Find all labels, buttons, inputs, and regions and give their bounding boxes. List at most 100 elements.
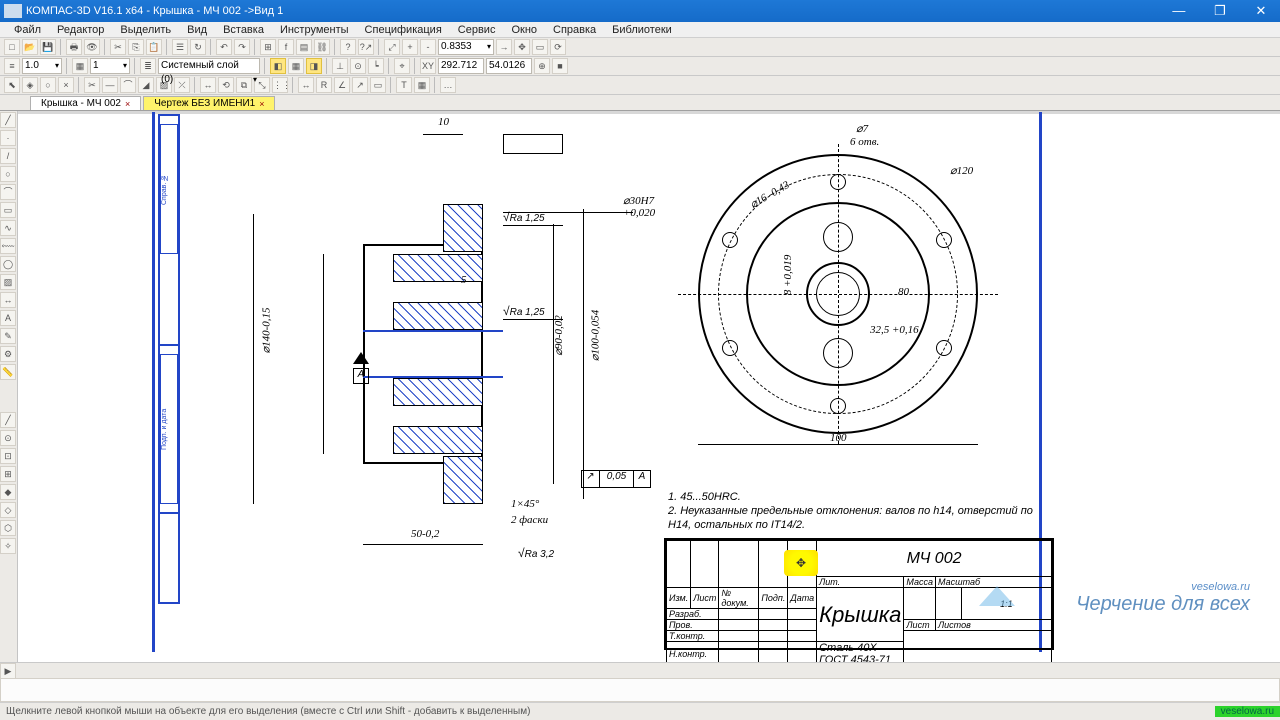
- polyline-button[interactable]: ⬳: [0, 238, 16, 254]
- seg-g[interactable]: ⬡: [0, 520, 16, 536]
- rebuild-button[interactable]: ↻: [190, 39, 206, 55]
- redo-button[interactable]: ↷: [234, 39, 250, 55]
- lib-button[interactable]: ⊞: [260, 39, 276, 55]
- seg-e[interactable]: ◆: [0, 484, 16, 500]
- line-button[interactable]: /: [0, 148, 16, 164]
- undo-button[interactable]: ↶: [216, 39, 232, 55]
- doc-tab-0-close[interactable]: ×: [125, 99, 130, 109]
- highlight-a-button[interactable]: ◧: [270, 58, 286, 74]
- seg-f[interactable]: ◇: [0, 502, 16, 518]
- menu-libs[interactable]: Библиотеки: [604, 24, 680, 36]
- seg-h[interactable]: ✧: [0, 538, 16, 554]
- dim-rad-button[interactable]: R: [316, 77, 332, 93]
- open-button[interactable]: 📂: [22, 39, 38, 55]
- close-button[interactable]: ✕: [1242, 0, 1280, 22]
- highlight-b-button[interactable]: ◨: [306, 58, 322, 74]
- text-button[interactable]: T: [396, 77, 412, 93]
- hyper-button[interactable]: ⛓: [314, 39, 330, 55]
- minimize-button[interactable]: —: [1160, 0, 1198, 22]
- circle-button[interactable]: ○: [0, 166, 16, 182]
- save-button[interactable]: 💾: [40, 39, 56, 55]
- coord-y-field[interactable]: 54.0126: [486, 58, 532, 74]
- print-button[interactable]: 🖶: [66, 39, 82, 55]
- snap-toggle-button[interactable]: ⌖: [394, 58, 410, 74]
- dim-group[interactable]: ↔: [0, 292, 16, 308]
- stop-button[interactable]: ■: [552, 58, 568, 74]
- props-button[interactable]: ☰: [172, 39, 188, 55]
- break-button[interactable]: ⤫: [174, 77, 190, 93]
- ellipse-button[interactable]: ◯: [0, 256, 16, 272]
- dim-lin-button[interactable]: ↔: [298, 77, 314, 93]
- geom-group[interactable]: ╱: [0, 112, 16, 128]
- prop-arrow-icon[interactable]: ▶: [0, 663, 16, 679]
- snap-round-button[interactable]: ⊙: [350, 58, 366, 74]
- zoom-fit-button[interactable]: ⤢: [384, 39, 400, 55]
- hatch2-button[interactable]: ▨: [0, 274, 16, 290]
- layer-combo[interactable]: Системный слой (0): [158, 58, 260, 74]
- param-group[interactable]: ⚙: [0, 346, 16, 362]
- snap-center-button[interactable]: ○: [40, 77, 56, 93]
- local-cs-button[interactable]: ┕: [368, 58, 384, 74]
- menu-edit[interactable]: Редактор: [49, 24, 112, 36]
- fillet-button[interactable]: ⌒: [120, 77, 136, 93]
- arc-button[interactable]: ⌒: [0, 184, 16, 200]
- copy-button[interactable]: ⎘: [128, 39, 144, 55]
- view-ico[interactable]: ▦: [72, 58, 88, 74]
- extend-button[interactable]: —: [102, 77, 118, 93]
- zoom-out-button[interactable]: -: [420, 39, 436, 55]
- move-button[interactable]: ↔: [200, 77, 216, 93]
- refresh-button[interactable]: ⟳: [550, 39, 566, 55]
- zoom-next-button[interactable]: →: [496, 39, 512, 55]
- zoom-in-button[interactable]: +: [402, 39, 418, 55]
- menu-select[interactable]: Выделить: [112, 24, 179, 36]
- menu-file[interactable]: Файл: [6, 24, 49, 36]
- menu-tools[interactable]: Инструменты: [272, 24, 357, 36]
- menu-window[interactable]: Окно: [503, 24, 545, 36]
- drawing-canvas[interactable]: Справ. № Подп. и дата 10: [18, 114, 1280, 662]
- text2-button[interactable]: A: [0, 310, 16, 326]
- menu-insert[interactable]: Вставка: [215, 24, 272, 36]
- snap-end-button[interactable]: ⬉: [4, 77, 20, 93]
- help-button[interactable]: ?: [340, 39, 356, 55]
- layer-ico[interactable]: ≣: [140, 58, 156, 74]
- lineweight-combo[interactable]: 1.0: [22, 58, 62, 74]
- chamfer-button[interactable]: ◢: [138, 77, 154, 93]
- new-button[interactable]: □: [4, 39, 20, 55]
- doc-tab-1[interactable]: Чертеж БЕЗ ИМЕНИ1 ×: [143, 96, 275, 110]
- pan-button[interactable]: ✥: [514, 39, 530, 55]
- snap-mid-button[interactable]: ◈: [22, 77, 38, 93]
- seg-c[interactable]: ⊡: [0, 448, 16, 464]
- vars-button[interactable]: f: [278, 39, 294, 55]
- zoom-combo[interactable]: 0.8353: [438, 39, 494, 55]
- menu-help[interactable]: Справка: [545, 24, 604, 36]
- spline-button[interactable]: ∿: [0, 220, 16, 236]
- preview-button[interactable]: 👁: [84, 39, 100, 55]
- dim-ang-button[interactable]: ∠: [334, 77, 350, 93]
- tolerance-button[interactable]: ▭: [370, 77, 386, 93]
- ortho-button[interactable]: ⊥: [332, 58, 348, 74]
- menu-service[interactable]: Сервис: [450, 24, 504, 36]
- extra-button[interactable]: …: [440, 77, 456, 93]
- pick-point-button[interactable]: ⊕: [534, 58, 550, 74]
- paste-button[interactable]: 📋: [146, 39, 162, 55]
- measure-group[interactable]: 📏: [0, 364, 16, 380]
- menu-spec[interactable]: Спецификация: [357, 24, 450, 36]
- snap-int-button[interactable]: ×: [58, 77, 74, 93]
- mirror-button[interactable]: ⧉: [236, 77, 252, 93]
- edit-group[interactable]: ✎: [0, 328, 16, 344]
- point-button[interactable]: ·: [0, 130, 16, 146]
- menu-view[interactable]: Вид: [179, 24, 215, 36]
- rect-button[interactable]: ▭: [0, 202, 16, 218]
- trim-button[interactable]: ✂: [84, 77, 100, 93]
- style-button[interactable]: ≡: [4, 58, 20, 74]
- leader-button[interactable]: ↗: [352, 77, 368, 93]
- array-button[interactable]: ⋮⋮: [272, 77, 288, 93]
- seg-a[interactable]: ╱: [0, 412, 16, 428]
- view-combo[interactable]: 1: [90, 58, 130, 74]
- seg-d[interactable]: ⊞: [0, 466, 16, 482]
- doc-tab-0[interactable]: Крышка - МЧ 002 ×: [30, 96, 141, 110]
- whats-this-button[interactable]: ?↗: [358, 39, 374, 55]
- grid-button[interactable]: ▦: [288, 58, 304, 74]
- coord-x-field[interactable]: 292.712: [438, 58, 484, 74]
- doc-tab-1-close[interactable]: ×: [259, 99, 264, 109]
